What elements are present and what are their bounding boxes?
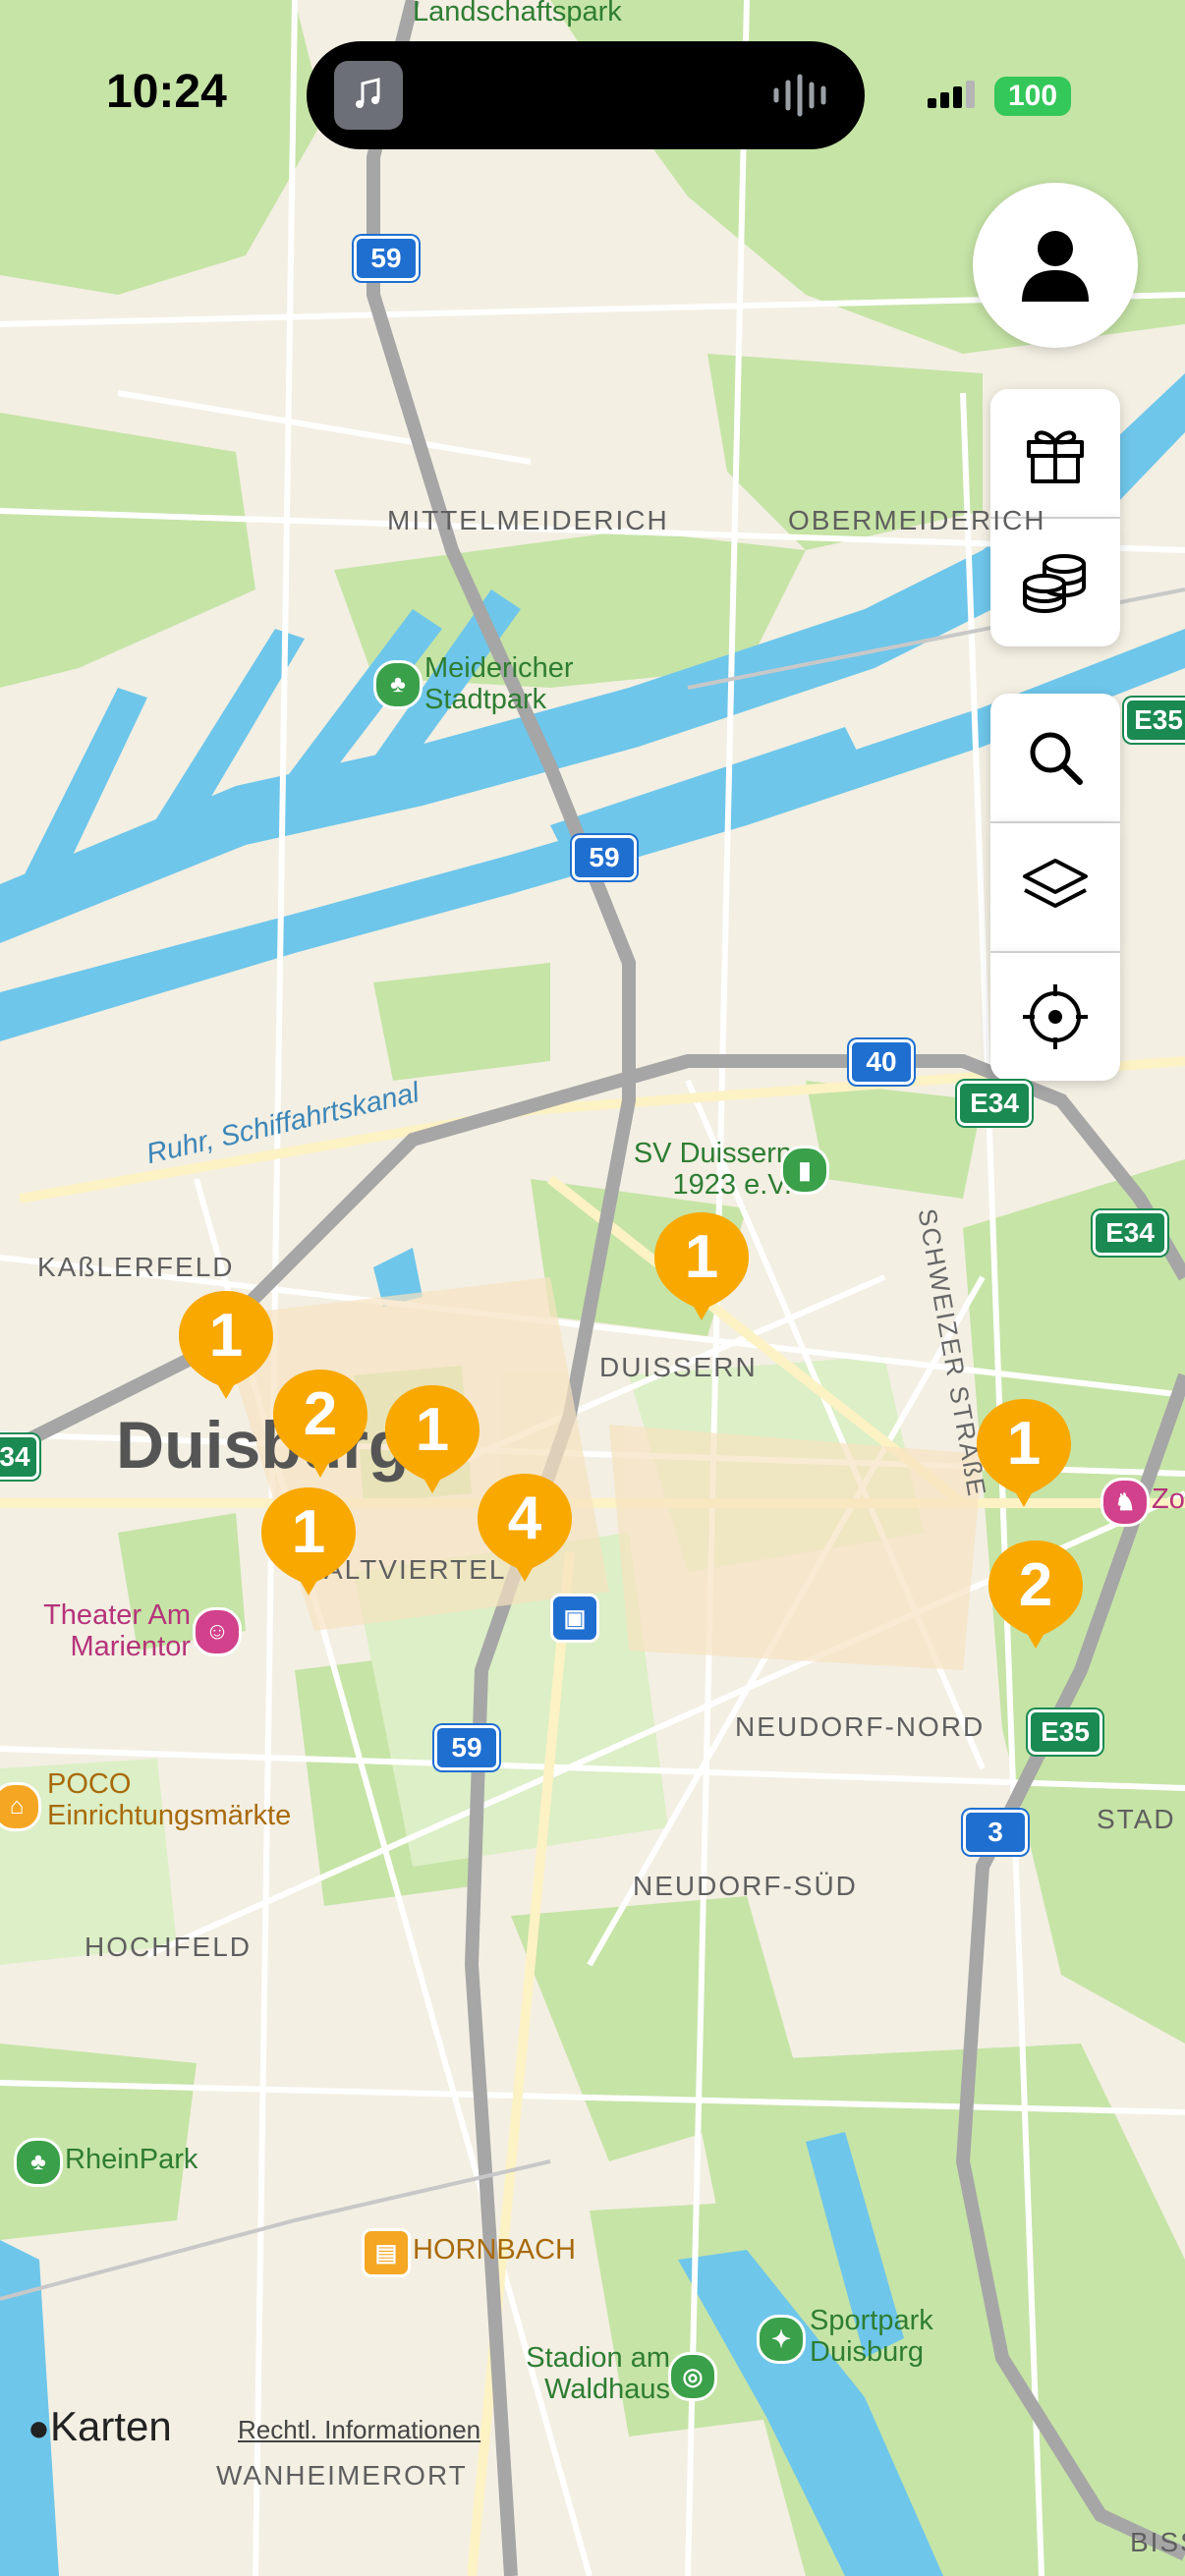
cluster-count: 2	[1018, 1551, 1053, 1619]
poco-label[interactable]: POCO Einrichtungsmärkte	[47, 1768, 342, 1831]
meidericher-stadtpark-label[interactable]: Meidericher Stadtpark	[424, 652, 641, 715]
cluster-pin[interactable]: 1	[650, 1208, 753, 1324]
theater-label[interactable]: Theater Am Marientor	[14, 1599, 191, 1662]
highway-shield: 40	[849, 1039, 914, 1085]
layers-button[interactable]	[990, 823, 1120, 951]
cluster-pin[interactable]: 1	[973, 1395, 1075, 1511]
rheinpark-label[interactable]: RheinPark	[65, 2144, 198, 2175]
highway-shield: 34	[0, 1434, 39, 1480]
cluster-pin[interactable]: 2	[985, 1537, 1087, 1652]
zoo-icon[interactable]: ♞	[1100, 1478, 1150, 1527]
sportpark-label[interactable]: Sportpark Duisburg	[810, 2305, 1006, 2368]
apple-logo-icon: ●	[28, 2408, 50, 2449]
locate-button[interactable]	[990, 953, 1120, 1081]
district-hochfeld: HOCHFELD	[85, 1932, 253, 1962]
district-biss: BISS	[1130, 2527, 1185, 2557]
cluster-pin[interactable]: 1	[257, 1484, 360, 1599]
profile-button[interactable]	[973, 183, 1138, 348]
highway-shield: 59	[354, 236, 419, 281]
park-icon[interactable]: ♣	[373, 660, 423, 709]
cluster-count: 1	[415, 1396, 450, 1464]
app-name: Karten	[49, 2403, 172, 2449]
dynamic-island[interactable]	[307, 41, 865, 149]
highway-shield: 59	[434, 1725, 499, 1770]
stadion-label[interactable]: Stadion am Waldhaus	[493, 2342, 670, 2405]
maps-attribution: ●Karten	[28, 2403, 172, 2450]
legal-link[interactable]: Rechtl. Informationen	[238, 2415, 480, 2445]
cluster-count: 1	[208, 1302, 244, 1370]
train-station-icon[interactable]: ▣	[550, 1594, 599, 1643]
cluster-pin[interactable]: 1	[175, 1287, 277, 1403]
stadium-icon[interactable]: ▮	[780, 1146, 829, 1195]
signal-icon	[926, 79, 985, 108]
highway-shield: E35	[1124, 698, 1185, 743]
cluster-count: 2	[303, 1380, 338, 1448]
district-stad: STAD	[1097, 1804, 1176, 1834]
highway-shield: E34	[1093, 1210, 1167, 1256]
district-duissern: DUISSERN	[599, 1352, 758, 1382]
cluster-pin[interactable]: 2	[269, 1366, 371, 1482]
layers-icon	[1023, 859, 1088, 908]
highway-shield: E35	[1028, 1709, 1102, 1755]
search-icon	[1030, 732, 1083, 785]
district-neudorf-sued: NEUDORF-SÜD	[633, 1871, 858, 1901]
battery-indicator: 100	[994, 77, 1071, 116]
cluster-count: 4	[507, 1484, 542, 1552]
cluster-count: 1	[684, 1223, 719, 1291]
cluster-count: 1	[291, 1498, 326, 1566]
district-kasslerfeld: KAßLERFELD	[37, 1252, 235, 1282]
profile-icon	[1022, 231, 1089, 302]
zoo-label[interactable]: Zo	[1152, 1484, 1185, 1515]
cluster-pin[interactable]: 4	[474, 1470, 576, 1586]
landschaftspark-label[interactable]: Landschaftspark	[413, 0, 622, 28]
coins-icon	[1023, 554, 1086, 614]
search-button[interactable]	[990, 694, 1120, 821]
locate-icon	[1023, 984, 1088, 1049]
park-icon[interactable]: ♣	[14, 2138, 63, 2187]
sv-duissern-label[interactable]: SV Duissern 1923 e.V.	[595, 1138, 792, 1201]
highway-shield: 3	[963, 1810, 1028, 1855]
status-time: 10:24	[106, 66, 227, 118]
hornbach-label[interactable]: HORNBACH	[413, 2234, 576, 2266]
coins-button[interactable]	[990, 519, 1120, 646]
cluster-count: 1	[1006, 1410, 1042, 1478]
stadium-icon[interactable]: ◎	[668, 2352, 717, 2401]
gift-icon	[1027, 430, 1084, 483]
waveform-icon	[768, 71, 837, 120]
theater-icon[interactable]: ☺	[193, 1607, 242, 1656]
district-mittelmeiderich: MITTELMEIDERICH	[387, 505, 669, 535]
gift-button[interactable]	[990, 389, 1120, 517]
furniture-store-icon[interactable]: ⌂	[0, 1782, 41, 1831]
district-obermeiderich: OBERMEIDERICH	[788, 505, 1046, 535]
shopping-icon[interactable]: ▤	[362, 2228, 411, 2277]
district-neudorf-nord: NEUDORF-NORD	[735, 1711, 986, 1742]
highway-shield: 59	[572, 835, 637, 880]
district-wanheimerort: WANHEIMERORT	[216, 2460, 468, 2491]
music-thumbnail-icon	[334, 61, 403, 130]
cluster-pin[interactable]: 1	[381, 1381, 483, 1497]
highway-shield: E34	[957, 1081, 1032, 1126]
sports-icon[interactable]: ✦	[757, 2315, 806, 2364]
